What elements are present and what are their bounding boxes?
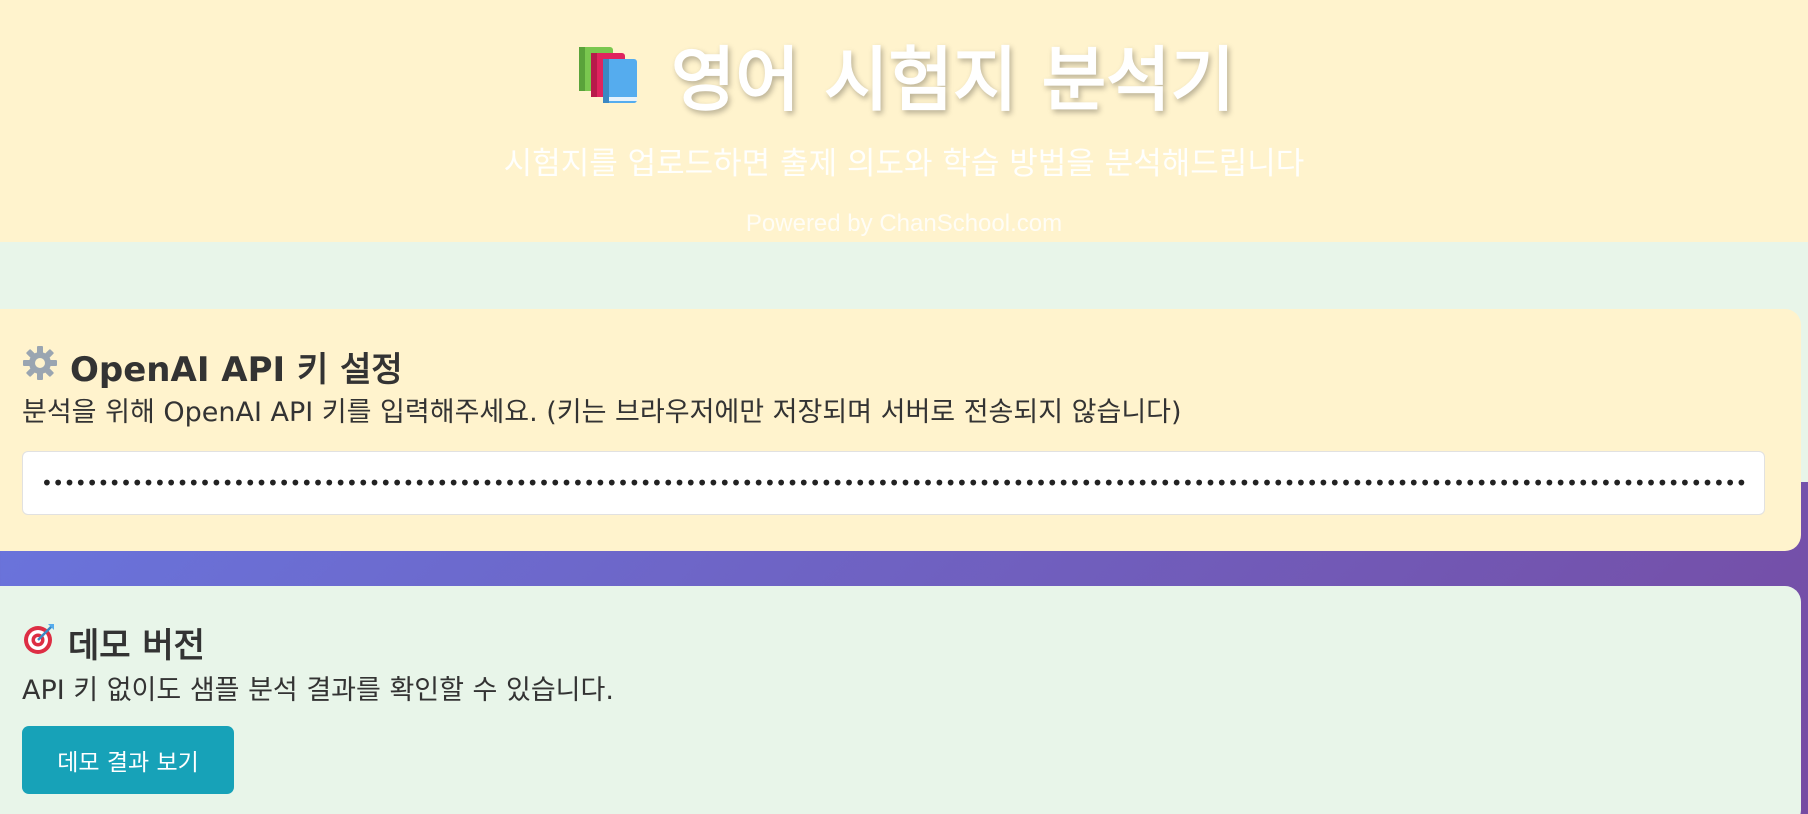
page-subtitle: 시험지를 업로드하면 출제 의도와 학습 방법을 분석해드립니다 bbox=[503, 146, 1305, 182]
demo-result-button[interactable]: 데모 결과 보기 bbox=[22, 726, 234, 794]
page-title: 영어 시험지 분석기 bbox=[0, 34, 1808, 127]
demo-title-text: 데모 버전 bbox=[68, 626, 205, 666]
gear-icon bbox=[22, 345, 58, 392]
api-key-section-title: OpenAI API 키 설정 bbox=[22, 345, 403, 392]
api-key-description: 분석을 위해 OpenAI API 키를 입력해주세요. (키는 브라우저에만 … bbox=[22, 397, 1182, 428]
books-icon bbox=[573, 35, 645, 127]
api-key-title-text: OpenAI API 키 설정 bbox=[70, 350, 403, 390]
page-title-text: 영어 시험지 분석기 bbox=[671, 39, 1235, 121]
target-icon bbox=[22, 622, 56, 667]
api-key-input[interactable] bbox=[22, 451, 1765, 515]
powered-by-text: Powered by ChanSchool.com bbox=[745, 210, 1063, 237]
demo-description: API 키 없이도 샘플 분석 결과를 확인할 수 있습니다. bbox=[22, 675, 614, 706]
demo-section-title: 데모 버전 bbox=[22, 624, 205, 668]
